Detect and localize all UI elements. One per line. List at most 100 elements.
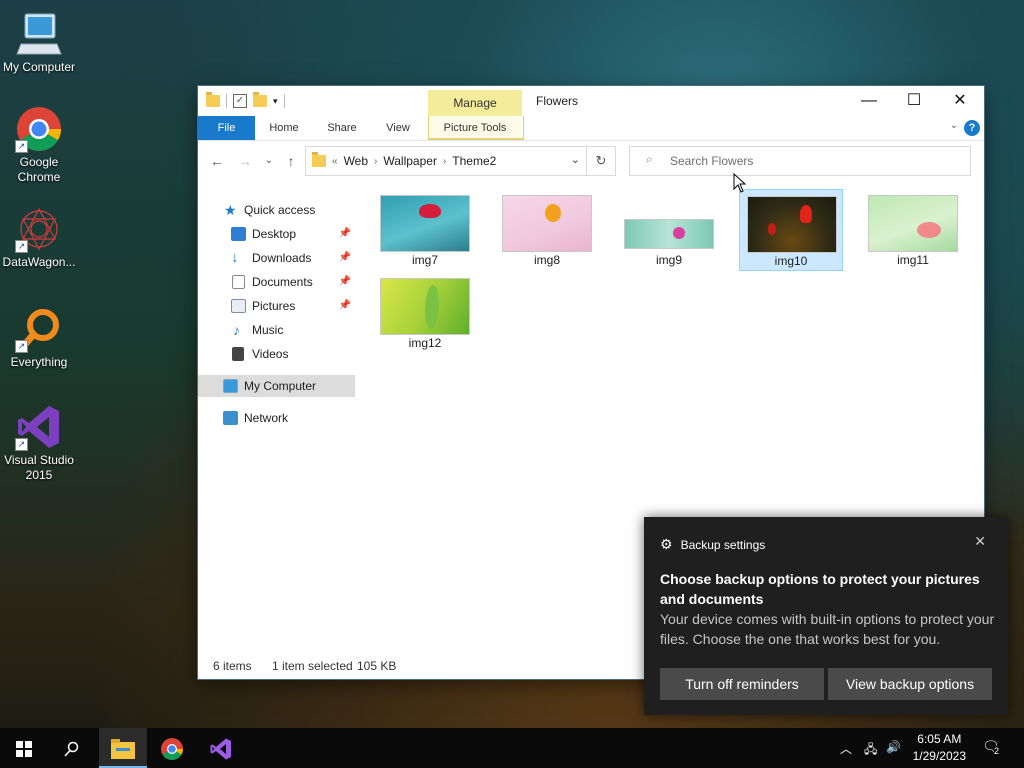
- clock-date: 1/29/2023: [912, 749, 966, 763]
- address-overflow[interactable]: «: [332, 156, 338, 167]
- up-arrow-icon[interactable]: ↑: [280, 150, 302, 172]
- desktop-icon-datawagon[interactable]: ↗ DataWagon...: [0, 205, 78, 270]
- image-thumbnail: [868, 195, 958, 252]
- breadcrumb-web[interactable]: Web: [344, 154, 368, 168]
- sidebar-item-network[interactable]: Network: [198, 407, 355, 429]
- properties-icon[interactable]: ✓: [233, 94, 247, 108]
- flower-shape: [419, 204, 441, 218]
- window-title: Flowers: [536, 94, 579, 108]
- file-tile[interactable]: img9: [617, 189, 721, 271]
- address-bar[interactable]: « Web › Wallpaper › Theme2 ⌄: [305, 146, 587, 176]
- notification-count-badge: 2: [994, 746, 1000, 756]
- sidebar-item-videos[interactable]: Videos: [198, 343, 355, 365]
- file-name: img7: [411, 253, 438, 267]
- file-tile[interactable]: img12: [373, 272, 477, 354]
- download-arrow-icon: ↓: [231, 249, 239, 266]
- datawagon-icon: ↗: [15, 205, 63, 253]
- chrome-icon: [161, 737, 183, 760]
- maximize-button[interactable]: ☐: [891, 86, 937, 116]
- selection-count: 1 item selected: [272, 659, 353, 673]
- expand-ribbon-icon[interactable]: ⌄: [950, 120, 958, 131]
- network-status-icon[interactable]: 🖧: [864, 740, 877, 761]
- new-folder-icon[interactable]: [253, 92, 267, 107]
- sidebar-item-pictures[interactable]: Pictures 📌: [198, 295, 355, 317]
- folder-icon: [206, 92, 220, 107]
- show-hidden-icons-chevron-icon[interactable]: ︿: [840, 740, 852, 757]
- divider: [283, 94, 285, 108]
- flower-shape: [768, 223, 776, 235]
- sidebar-item-documents[interactable]: Documents 📌: [198, 271, 355, 293]
- desktop-icon-label: DataWagon...: [2, 255, 76, 269]
- chevron-down-icon[interactable]: ⌄: [571, 153, 580, 166]
- search-input[interactable]: ⌕ Search Flowers: [629, 146, 971, 176]
- taskbar: ︿ 🖧 🔊 6:05 AM 1/29/2023 🗨 2: [0, 728, 1024, 768]
- taskbar-chrome[interactable]: [148, 728, 196, 768]
- notification-body: Your device comes with built-in options …: [660, 611, 995, 647]
- volume-icon[interactable]: 🔊: [886, 740, 901, 754]
- start-button[interactable]: [0, 728, 48, 768]
- pin-icon[interactable]: 📌: [339, 247, 351, 269]
- shortcut-arrow-icon: ↗: [15, 340, 28, 353]
- desktop-icon-visual-studio[interactable]: ↗ Visual Studio 2015: [0, 403, 78, 483]
- sidebar-item-downloads[interactable]: ↓ Downloads 📌: [198, 247, 355, 269]
- desktop-icon-label: Visual Studio 2015: [4, 453, 74, 482]
- breadcrumb-wallpaper[interactable]: Wallpaper: [383, 154, 437, 168]
- help-icon[interactable]: ?: [964, 120, 980, 136]
- search-button[interactable]: [48, 728, 96, 768]
- pin-icon[interactable]: 📌: [339, 271, 351, 293]
- minimize-button[interactable]: —: [846, 86, 892, 116]
- breadcrumb-theme2[interactable]: Theme2: [452, 154, 496, 168]
- mouse-cursor-icon: [733, 172, 747, 196]
- sidebar-item-my-computer[interactable]: My Computer: [198, 375, 355, 397]
- close-icon[interactable]: ✕: [974, 533, 986, 550]
- sidebar-item-label: Pictures: [252, 299, 296, 313]
- system-clock[interactable]: 6:05 AM 1/29/2023: [913, 731, 966, 765]
- file-tile[interactable]: img7: [373, 189, 477, 271]
- taskbar-file-explorer[interactable]: [99, 728, 147, 768]
- pin-icon[interactable]: 📌: [339, 295, 351, 317]
- file-tile[interactable]: img10: [739, 189, 843, 271]
- customize-toolbar-icon[interactable]: ▾: [273, 96, 278, 107]
- shortcut-arrow-icon: ↗: [15, 438, 28, 451]
- ribbon-tabs: File Home Share View Picture Tools ⌄ ?: [198, 116, 984, 141]
- film-icon: [232, 347, 244, 361]
- image-thumbnail: [624, 219, 714, 249]
- tab-view[interactable]: View: [374, 116, 422, 140]
- file-name: img9: [655, 253, 682, 267]
- notification-header: ⚙ Backup settings: [660, 536, 765, 553]
- recent-locations-icon[interactable]: ⌄: [258, 150, 280, 172]
- desktop-icon-label: My Computer: [2, 60, 76, 74]
- visual-studio-icon: [210, 738, 231, 760]
- file-tile[interactable]: img8: [495, 189, 599, 271]
- desktop-icon-everything[interactable]: ↗ Everything: [0, 305, 78, 370]
- back-arrow-icon[interactable]: ←: [206, 150, 228, 172]
- manage-tab[interactable]: Manage: [428, 90, 522, 116]
- desktop-icon-chrome[interactable]: ↗ Google Chrome: [0, 105, 78, 185]
- sidebar-item-quick-access[interactable]: ★ Quick access: [198, 199, 355, 221]
- sidebar-item-label: Music: [252, 323, 284, 337]
- action-center-button[interactable]: 🗨 2: [982, 738, 1004, 758]
- file-tile[interactable]: img11: [861, 189, 965, 271]
- tab-file[interactable]: File: [198, 116, 255, 140]
- sidebar-item-music[interactable]: ♪ Music: [198, 319, 355, 341]
- search-placeholder: Search Flowers: [670, 154, 754, 168]
- refresh-button[interactable]: ↻: [587, 146, 616, 176]
- close-button[interactable]: ✕: [937, 86, 983, 116]
- forward-arrow-icon[interactable]: →: [234, 150, 256, 172]
- turn-off-reminders-button[interactable]: Turn off reminders: [660, 668, 824, 700]
- desktop-icon-my-computer[interactable]: My Computer: [0, 10, 78, 75]
- pin-icon[interactable]: 📌: [339, 223, 351, 245]
- image-thumbnail: [380, 195, 470, 252]
- tab-home[interactable]: Home: [260, 116, 308, 140]
- computer-icon: [15, 10, 63, 58]
- shortcut-arrow-icon: ↗: [15, 140, 28, 153]
- image-thumbnail: [502, 195, 592, 252]
- sidebar-item-desktop[interactable]: Desktop 📌: [198, 223, 355, 245]
- view-backup-options-button[interactable]: View backup options: [828, 668, 992, 700]
- tab-picture-tools[interactable]: Picture Tools: [428, 116, 522, 140]
- pictures-icon: [231, 299, 246, 313]
- search-icon: ⌕: [646, 152, 653, 166]
- taskbar-visual-studio[interactable]: [197, 728, 245, 768]
- tab-share[interactable]: Share: [318, 116, 366, 140]
- image-thumbnail: [380, 278, 470, 335]
